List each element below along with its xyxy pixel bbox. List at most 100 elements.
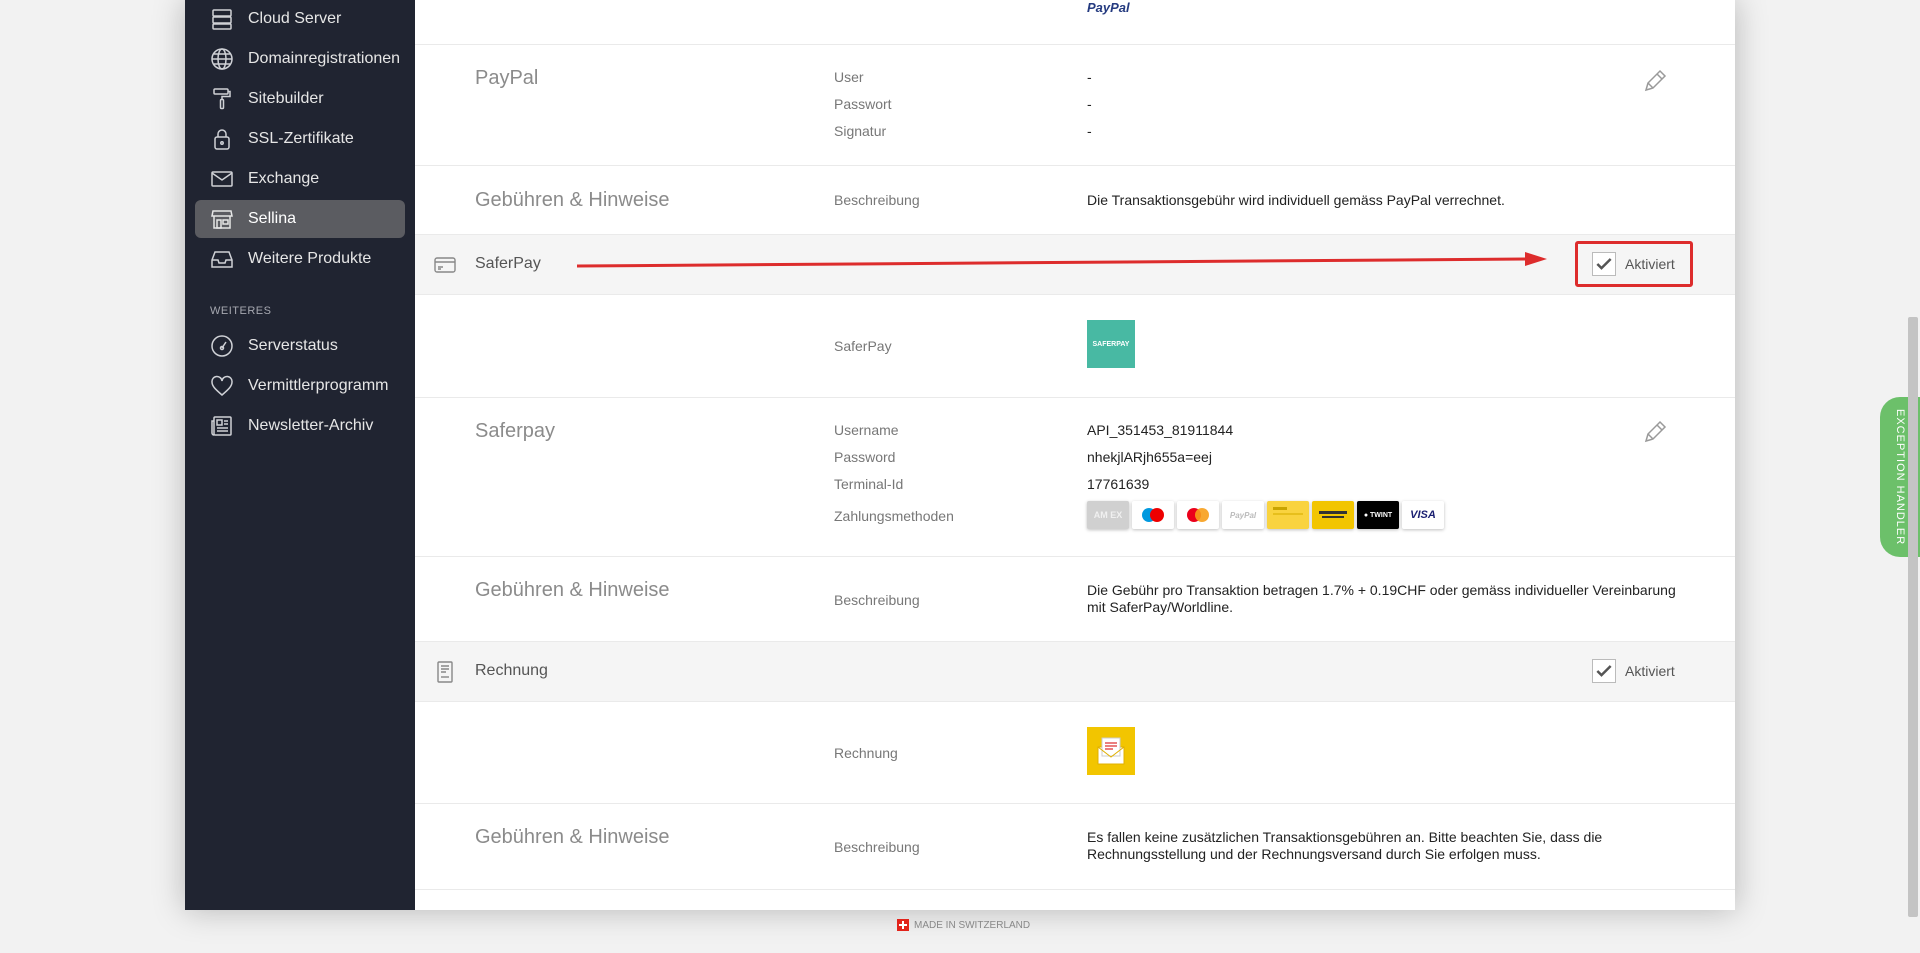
field-label: Passwort (834, 96, 892, 112)
sidebar-item-ssl-zertifikate[interactable]: SSL-Zertifikate (195, 120, 405, 158)
page-scrollbar[interactable] (1908, 317, 1918, 917)
section-title: Gebühren & Hinweise (475, 579, 670, 601)
saferpay-fees-section: Gebühren & Hinweise Beschreibung Die Geb… (415, 557, 1735, 642)
maestro-logo (1132, 501, 1174, 529)
field-label: Beschreibung (834, 839, 920, 855)
sidebar-item-sitebuilder[interactable]: Sitebuilder (195, 80, 405, 118)
field-label: Beschreibung (834, 592, 920, 608)
field-value: - (1087, 69, 1092, 85)
sidebar-item-label: Vermittlerprogramm (248, 377, 389, 394)
paypal-logo-row: PayPal (415, 0, 1735, 45)
field-label: Rechnung (834, 745, 898, 761)
checkmark-icon (1596, 258, 1612, 270)
field-label: Signatur (834, 123, 887, 139)
sidebar: Cloud Server Domainregistrationen Sitebu… (185, 0, 415, 910)
saferpay-logo: SAFERPAY (1087, 320, 1135, 368)
postfinance-efinance-logo (1312, 501, 1354, 529)
checkbox[interactable] (1592, 252, 1616, 276)
rechnung-activated-checkbox[interactable]: Aktiviert (1592, 659, 1675, 683)
field-label: SaferPay (834, 338, 892, 354)
edit-pencil-icon[interactable] (1641, 418, 1669, 446)
rechnung-header: Rechnung Aktiviert (415, 642, 1735, 702)
gauge-icon (208, 332, 236, 360)
envelope-letter-icon (1097, 737, 1125, 765)
heart-icon (208, 372, 236, 400)
sidebar-item-newsletter-archiv[interactable]: Newsletter-Archiv (195, 407, 405, 445)
invoice-icon (433, 660, 457, 684)
envelope-icon (208, 165, 236, 193)
saferpay-logo-row: SaferPay SAFERPAY (415, 295, 1735, 398)
rechnung-fees-section: Gebühren & Hinweise Beschreibung Es fall… (415, 804, 1735, 890)
saferpay-header: SaferPay Aktiviert (415, 235, 1735, 295)
field-value: - (1087, 96, 1092, 112)
field-label: User (834, 69, 864, 85)
inbox-icon (208, 245, 236, 273)
section-title: Gebühren & Hinweise (475, 826, 670, 848)
lock-icon (208, 125, 236, 153)
field-value-line: mit SaferPay/Worldline. (1087, 599, 1234, 615)
provider-name: Rechnung (475, 662, 548, 679)
saferpay-activated-checkbox[interactable]: Aktiviert (1592, 252, 1675, 276)
amex-logo: AM EX (1087, 501, 1129, 529)
paypal-credentials-section: PayPal User - Passwort - Signatur - (415, 45, 1735, 166)
sidebar-item-serverstatus[interactable]: Serverstatus (195, 327, 405, 365)
field-value: API_351453_81911844 (1087, 422, 1234, 438)
field-value: - (1087, 123, 1092, 139)
field-value: nhekjlARjh655a=eej (1087, 449, 1212, 465)
app-shell: Cloud Server Domainregistrationen Sitebu… (185, 0, 1735, 910)
sidebar-item-domainregistrationen[interactable]: Domainregistrationen (195, 40, 405, 78)
field-value-line: Rechnungsstellung und der Rechnungsversa… (1087, 846, 1541, 862)
sidebar-item-cloud-server[interactable]: Cloud Server (195, 0, 405, 38)
paypal-logo: PayPal (1087, 0, 1130, 15)
provider-name: SaferPay (475, 255, 541, 272)
field-label: Username (834, 422, 899, 438)
sidebar-item-sellina[interactable]: Sellina (195, 200, 405, 238)
payment-settings: PayPal PayPal User - Passwort - Signatur… (415, 0, 1735, 910)
section-title: PayPal (475, 67, 539, 89)
footer-text: MADE IN SWITZERLAND (914, 919, 1031, 931)
sidebar-item-label: Sellina (248, 210, 297, 227)
paint-roller-icon (208, 85, 236, 113)
paypal-fees-section: Gebühren & Hinweise Beschreibung Die Tra… (415, 166, 1735, 235)
twint-logo: ● TWINT (1357, 501, 1399, 529)
sidebar-item-label: Sitebuilder (248, 90, 324, 107)
rechnung-logo (1087, 727, 1135, 775)
sidebar-item-label: Serverstatus (248, 337, 338, 354)
swiss-flag-icon (897, 919, 909, 931)
checkmark-icon (1596, 665, 1612, 677)
mastercard-logo (1177, 501, 1219, 529)
footer: MADE IN SWITZERLAND (897, 919, 1030, 931)
sidebar-item-label: SSL-Zertifikate (248, 130, 354, 147)
edit-pencil-icon[interactable] (1641, 67, 1669, 95)
field-label: Terminal-Id (834, 476, 904, 492)
sidebar-item-label: Domainregistrationen (248, 50, 401, 67)
store-icon (208, 205, 236, 233)
checkbox[interactable] (1592, 659, 1616, 683)
field-value: Die Transaktionsgebühr wird individuell … (1087, 192, 1505, 208)
sidebar-section-label: WEITERES (210, 305, 272, 317)
sidebar-item-label: Weitere Produkte (248, 250, 372, 267)
field-label: Beschreibung (834, 192, 920, 208)
field-value-line: Es fallen keine zusätzlichen Transaktion… (1087, 829, 1603, 845)
exception-handler-label: EXCEPTION HANDLER (1894, 408, 1906, 546)
field-value-line: Die Gebühr pro Transaktion betragen 1.7%… (1087, 582, 1676, 598)
checkbox-label: Aktiviert (1625, 256, 1675, 272)
server-icon (208, 5, 236, 33)
saferpay-credentials-section: Saferpay Username API_351453_81911844 Pa… (415, 398, 1735, 557)
section-title: Saferpay (475, 420, 556, 442)
section-title: Gebühren & Hinweise (475, 189, 670, 211)
rechnung-logo-row: Rechnung (415, 702, 1735, 804)
paypal-method-logo: PayPal (1222, 501, 1264, 529)
newspaper-icon (208, 412, 236, 440)
checkbox-label: Aktiviert (1625, 663, 1675, 679)
field-value: 17761639 (1087, 476, 1150, 492)
sidebar-item-exchange[interactable]: Exchange (195, 160, 405, 198)
annotation-arrow (576, 252, 1547, 268)
credit-card-icon (433, 253, 457, 277)
visa-logo: VISA (1402, 501, 1444, 529)
sidebar-item-label: Newsletter-Archiv (248, 417, 374, 434)
sidebar-item-weitere-produkte[interactable]: Weitere Produkte (195, 240, 405, 278)
sidebar-item-vermittlerprogramm[interactable]: Vermittlerprogramm (195, 367, 405, 405)
postfinance-card-logo (1267, 501, 1309, 529)
field-label: Zahlungsmethoden (834, 508, 954, 524)
